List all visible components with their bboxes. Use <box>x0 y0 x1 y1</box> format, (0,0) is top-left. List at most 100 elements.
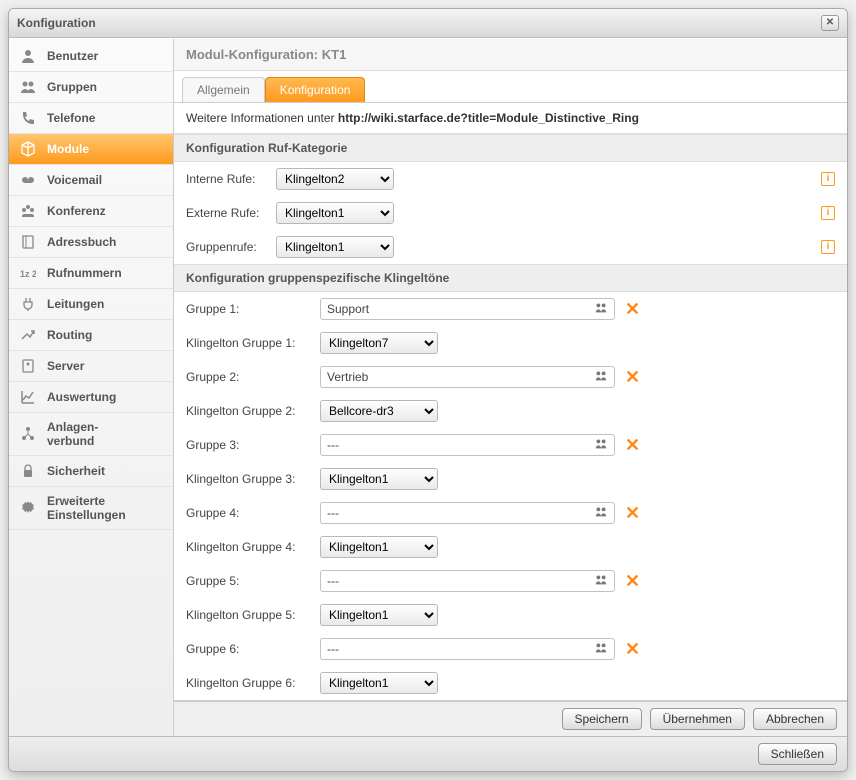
row-gruppe-1: Gruppe 1:Support✕ <box>174 292 847 326</box>
select-interne-rufe[interactable]: Klingelton2 <box>276 168 394 190</box>
select-klingelton-gruppe-3[interactable]: Klingelton1 <box>320 468 438 490</box>
group-picker-2[interactable]: Vertrieb <box>320 366 615 388</box>
sidebar-item-plug[interactable]: Leitungen <box>9 289 173 320</box>
sidebar-item-phone[interactable]: Telefone <box>9 103 173 134</box>
info-link[interactable]: http://wiki.starface.de?title=Module_Dis… <box>338 111 639 125</box>
group-picker-6[interactable]: --- <box>320 638 615 660</box>
content-pane: Modul-Konfiguration: KT1 AllgemeinKonfig… <box>174 39 847 736</box>
sidebar-item-book[interactable]: Adressbuch <box>9 227 173 258</box>
sidebar-item-conf[interactable]: Konferenz <box>9 196 173 227</box>
sidebar-item-chart[interactable]: Auswertung <box>9 382 173 413</box>
select-klingelton-gruppe-1[interactable]: Klingelton7 <box>320 332 438 354</box>
label-gruppe: Gruppe 4: <box>186 506 316 520</box>
select-klingelton-gruppe-4[interactable]: Klingelton1 <box>320 536 438 558</box>
tab-konfiguration[interactable]: Konfiguration <box>265 77 366 102</box>
book-icon <box>19 234 37 250</box>
info-text: Weitere Informationen unter <box>186 111 338 125</box>
row-klingelton-gruppe-3: Klingelton Gruppe 3:Klingelton1 <box>174 462 847 496</box>
row-gruppe-3: Gruppe 3:---✕ <box>174 428 847 462</box>
label-gruppe: Gruppe 2: <box>186 370 316 384</box>
sidebar-item-server[interactable]: Server <box>9 351 173 382</box>
window-title: Konfiguration <box>17 16 96 30</box>
group-pick-icon[interactable] <box>594 641 608 658</box>
select-klingelton-gruppe-6[interactable]: Klingelton1 <box>320 672 438 694</box>
gear-icon <box>19 500 37 516</box>
sidebar-item-cube[interactable]: Module <box>9 134 173 165</box>
sidebar-item-label: Auswertung <box>47 390 116 404</box>
sidebar-item-label: Konferenz <box>47 204 106 218</box>
chart-icon <box>19 389 37 405</box>
group-picker-1[interactable]: Support <box>320 298 615 320</box>
main-area: Benutzer Gruppen Telefone Module Voicemail Ko… <box>9 38 847 736</box>
group-picker-3[interactable]: --- <box>320 434 615 456</box>
sidebar-item-users[interactable]: Gruppen <box>9 72 173 103</box>
delete-group-6[interactable]: ✕ <box>625 642 640 656</box>
sidebar-item-tape[interactable]: Voicemail <box>9 165 173 196</box>
cube-icon <box>19 141 37 157</box>
row-gruppe-2: Gruppe 2: Vertrieb ✕ <box>174 360 847 394</box>
select-klingelton-gruppe-2[interactable]: Bellcore-dr3 <box>320 400 438 422</box>
group-pick-icon[interactable] <box>594 573 608 590</box>
save-button[interactable]: Speichern <box>562 708 642 730</box>
select-klingelton-gruppe-5[interactable]: Klingelton1 <box>320 604 438 626</box>
row-klingelton-gruppe-5: Klingelton Gruppe 5:Klingelton1 <box>174 598 847 632</box>
info-icon[interactable]: i <box>821 206 835 220</box>
conf-icon <box>19 203 37 219</box>
sidebar-item-label: Telefone <box>47 111 95 125</box>
scroll-pane[interactable]: Weitere Informationen unter http://wiki.… <box>174 103 847 701</box>
content-header-name: KT1 <box>322 47 347 62</box>
sidebar-item-label: Gruppen <box>47 80 97 94</box>
delete-group-2[interactable]: ✕ <box>625 370 640 384</box>
select-externe-rufe[interactable]: Klingelton1 <box>276 202 394 224</box>
group-value: --- <box>327 506 339 520</box>
close-button[interactable]: Schließen <box>758 743 837 765</box>
group-picker-5[interactable]: --- <box>320 570 615 592</box>
titlebar: Konfiguration ✕ <box>9 9 847 38</box>
sidebar-item-label: Routing <box>47 328 92 342</box>
group-pick-icon[interactable] <box>594 369 608 386</box>
delete-group-1[interactable]: ✕ <box>625 302 640 316</box>
section-gruppen-klingeltoene: Konfiguration gruppenspezifische Klingel… <box>174 264 847 292</box>
sidebar-item-numbers[interactable]: 1z 2zRufnummern <box>9 258 173 289</box>
group-pick-icon[interactable] <box>594 301 608 318</box>
user-icon <box>19 48 37 64</box>
sidebar-item-label: Erweiterte Einstellungen <box>47 494 126 522</box>
sidebar-item-lock[interactable]: Sicherheit <box>9 456 173 487</box>
select-gruppenrufe[interactable]: Klingelton1 <box>276 236 394 258</box>
outer-button-row: Schließen <box>9 736 847 771</box>
info-icon[interactable]: i <box>821 240 835 254</box>
delete-group-4[interactable]: ✕ <box>625 506 640 520</box>
group-pick-icon[interactable] <box>594 437 608 454</box>
delete-group-3[interactable]: ✕ <box>625 438 640 452</box>
group-picker-4[interactable]: --- <box>320 502 615 524</box>
sidebar-item-label: Leitungen <box>47 297 104 311</box>
group-value: --- <box>327 574 339 588</box>
info-icon[interactable]: i <box>821 172 835 186</box>
sidebar-item-cluster[interactable]: Anlagen- verbund <box>9 413 173 456</box>
cancel-button[interactable]: Abbrechen <box>753 708 837 730</box>
label-externe-rufe: Externe Rufe: <box>186 206 272 220</box>
row-gruppenrufe: Gruppenrufe: Klingelton1 i <box>174 230 847 264</box>
lock-icon <box>19 463 37 479</box>
sidebar-item-label: Anlagen- verbund <box>47 420 98 448</box>
sidebar-item-label: Module <box>47 142 89 156</box>
sidebar-item-label: Voicemail <box>47 173 102 187</box>
sidebar-item-routing[interactable]: Routing <box>9 320 173 351</box>
row-gruppe-6: Gruppe 6: --- ✕ <box>174 632 847 666</box>
window-close-button[interactable]: ✕ <box>821 15 839 31</box>
sidebar-item-user[interactable]: Benutzer <box>9 41 173 72</box>
info-banner: Weitere Informationen unter http://wiki.… <box>174 103 847 134</box>
sidebar-item-gear[interactable]: Erweiterte Einstellungen <box>9 487 173 530</box>
row-gruppe-4: Gruppe 4: --- ✕ <box>174 496 847 530</box>
plug-icon <box>19 296 37 312</box>
delete-group-5[interactable]: ✕ <box>625 574 640 588</box>
inner-button-row: Speichern Übernehmen Abbrechen <box>174 701 847 736</box>
label-gruppe: Gruppe 6: <box>186 642 316 656</box>
tab-allgemein[interactable]: Allgemein <box>182 77 265 102</box>
sidebar: Benutzer Gruppen Telefone Module Voicemail Ko… <box>9 39 174 736</box>
sidebar-item-label: Rufnummern <box>47 266 122 280</box>
label-interne-rufe: Interne Rufe: <box>186 172 272 186</box>
group-pick-icon[interactable] <box>594 505 608 522</box>
apply-button[interactable]: Übernehmen <box>650 708 745 730</box>
group-value: Support <box>327 302 369 316</box>
